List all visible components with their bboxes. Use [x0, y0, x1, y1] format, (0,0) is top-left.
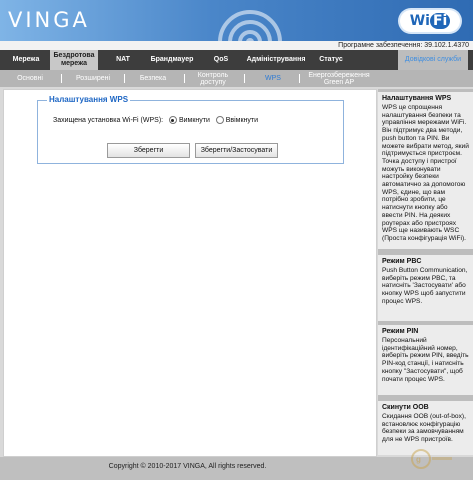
save-apply-button[interactable]: Зберегти/Застосувати [195, 143, 278, 158]
wps-enable-label: Ввімкнути [225, 117, 259, 124]
nav-network[interactable]: Мережа [8, 50, 44, 70]
nav-administration[interactable]: Адміністрування [242, 50, 310, 70]
nav-qos[interactable]: QoS [208, 50, 234, 70]
subnav-advanced[interactable]: Розширені [70, 70, 116, 87]
subnav-separator [61, 74, 62, 83]
wifi-logo-badge: Wi Fi [400, 10, 460, 32]
wifi-badge-part2: Fi [429, 13, 451, 29]
subnav-separator [124, 74, 125, 83]
sub-nav: Основні Розширені Безпека Контроль досту… [0, 70, 473, 87]
main-nav: Мережа Бездротова мережа NAT Брандмауер … [0, 50, 473, 70]
firmware-version: Програмне забезпечення: 39.102.1.4370 [338, 42, 469, 49]
nav-help-link[interactable]: Довідкові служби [398, 50, 468, 70]
nav-wireless[interactable]: Бездротова мережа [50, 50, 98, 70]
subnav-green-ap[interactable]: Енергозбереження Green AP [304, 70, 374, 87]
wps-settings-title: Налаштування WPS [47, 95, 131, 104]
nav-status[interactable]: Статус [314, 50, 348, 70]
wps-enable-option[interactable]: Ввімкнути [215, 116, 259, 124]
main-content: Налаштування WPS Захищена установка Wi-F… [3, 89, 377, 457]
help-section-body: Персональний ідентифікаційний номер, виб… [382, 337, 469, 383]
help-section-title: Режим PBC [382, 258, 422, 265]
help-section-pbc: Режим PBC Push Button Communication, виб… [378, 255, 473, 321]
help-section-title: Режим PIN [382, 328, 419, 335]
brand-logo: VINGA [8, 8, 90, 32]
wifi-signal-icon [218, 10, 282, 41]
wps-disable-radio[interactable] [168, 116, 177, 124]
save-button[interactable]: Зберегти [107, 143, 190, 158]
footer: Copyright © 2010-2017 VINGA, All rights … [0, 457, 473, 480]
header-banner: VINGA Wi Fi [0, 0, 473, 41]
wps-toggle-row: Захищена установка Wi-Fi (WPS): Вимкнути… [53, 116, 258, 124]
wps-disable-option[interactable]: Вимкнути [168, 116, 210, 124]
subnav-access-control[interactable]: Контроль доступу [192, 70, 234, 87]
wps-disable-label: Вимкнути [178, 117, 210, 124]
copyright-text: Copyright © 2010-2017 VINGA, All rights … [108, 463, 267, 470]
subnav-separator [299, 74, 300, 83]
help-section-body: WPS це спрощення налаштування безпеки та… [382, 104, 469, 242]
watermark-logo-icon: g [411, 449, 452, 469]
subnav-security[interactable]: Безпека [132, 70, 174, 87]
wps-enable-radio[interactable] [215, 116, 224, 124]
help-section-title: Скинути OOB [382, 404, 429, 411]
subnav-basic[interactable]: Основні [8, 70, 52, 87]
help-section-body: Push Button Communication, виберіть режи… [382, 267, 468, 305]
subnav-separator [184, 74, 185, 83]
wps-field-label: Захищена установка Wi-Fi (WPS): [53, 117, 164, 124]
firmware-version-bar: Програмне забезпечення: 39.102.1.4370 [0, 41, 473, 50]
help-section-pin: Режим PIN Персональний ідентифікаційний … [378, 325, 473, 395]
subnav-separator [244, 74, 245, 83]
nav-firewall[interactable]: Брандмауер [146, 50, 198, 70]
nav-nat[interactable]: NAT [110, 50, 136, 70]
help-panel: Налаштування WPS WPS це спрощення налашт… [378, 89, 473, 455]
help-section-wps: Налаштування WPS WPS це спрощення налашт… [378, 92, 473, 249]
help-section-title: Налаштування WPS [382, 95, 452, 102]
wps-settings-group: Налаштування WPS Захищена установка Wi-F… [37, 95, 344, 164]
help-section-body: Скидання OOB (out-of-box), встановлює ко… [382, 413, 466, 444]
svg-text:g: g [416, 455, 421, 464]
wifi-badge-part1: Wi [409, 13, 430, 29]
help-section-oob: Скинути OOB Скидання OOB (out-of-box), в… [378, 401, 473, 455]
subnav-wps[interactable]: WPS [256, 70, 290, 87]
